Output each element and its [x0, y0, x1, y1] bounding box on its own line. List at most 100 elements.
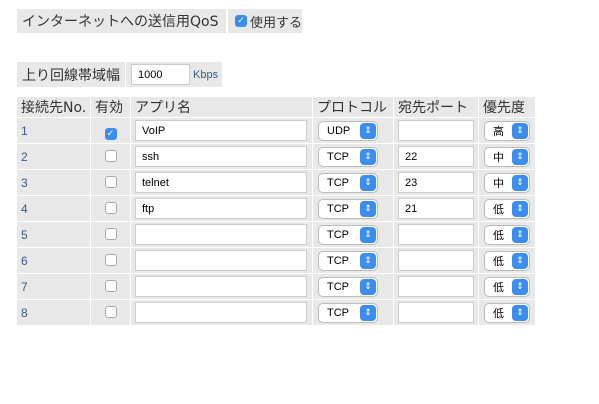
destination-port-input[interactable]: 23: [398, 172, 474, 193]
destination-port-input[interactable]: 21: [398, 198, 474, 219]
select-arrows-icon: ⇕: [512, 200, 528, 217]
select-arrows-icon: ⇕: [360, 278, 376, 295]
connection-number: 5: [17, 222, 90, 248]
priority-select[interactable]: 低 ⇕: [484, 198, 530, 219]
app-name-input[interactable]: [135, 302, 307, 323]
priority-value: 低: [493, 281, 504, 294]
protocol-value: TCP: [327, 176, 349, 189]
connection-number: 4: [17, 196, 90, 222]
column-header: アプリ名: [131, 97, 312, 118]
select-arrows-icon: ⇕: [360, 200, 376, 217]
priority-select[interactable]: 中 ⇕: [484, 146, 530, 167]
destination-port-input[interactable]: [398, 302, 474, 323]
qos-label: インターネットへの送信用QoS: [17, 9, 226, 33]
qos-enable-label: 使用する: [250, 15, 303, 31]
column-header: 優先度: [479, 97, 535, 118]
column-header: 有効: [91, 97, 130, 118]
select-arrows-icon: ⇕: [512, 252, 528, 269]
column-header: 接続先No.: [17, 97, 90, 118]
connection-number: 6: [17, 248, 90, 274]
table-row: 6 TCP ⇕ 低 ⇕: [17, 248, 535, 274]
enabled-checkbox[interactable]: [104, 176, 117, 188]
destination-port-input[interactable]: [398, 224, 474, 245]
app-name-input[interactable]: VoIP: [135, 120, 307, 141]
app-name-input[interactable]: telnet: [135, 172, 307, 193]
table-row: 7 TCP ⇕ 低 ⇕: [17, 274, 535, 300]
app-name-input[interactable]: ftp: [135, 198, 307, 219]
app-name-input[interactable]: [135, 250, 307, 271]
select-arrows-icon: ⇕: [360, 304, 376, 321]
table-row: 1 ✓ VoIP UDP ⇕ 高 ⇕: [17, 118, 535, 144]
protocol-value: TCP: [327, 150, 349, 163]
enabled-checkbox[interactable]: [104, 280, 117, 292]
app-name-input[interactable]: [135, 276, 307, 297]
table-row: 2 ssh TCP ⇕ 22 中 ⇕: [17, 144, 535, 170]
select-arrows-icon: ⇕: [360, 226, 376, 243]
table-row: 3 telnet TCP ⇕ 23 中 ⇕: [17, 170, 535, 196]
priority-select[interactable]: 低 ⇕: [484, 276, 530, 297]
destination-port-input[interactable]: 22: [398, 146, 474, 167]
enabled-checkbox[interactable]: [104, 254, 117, 266]
select-arrows-icon: ⇕: [512, 174, 528, 191]
table-row: 5 TCP ⇕ 低 ⇕: [17, 222, 535, 248]
enabled-checkbox[interactable]: [104, 202, 117, 214]
protocol-select[interactable]: TCP ⇕: [318, 250, 378, 271]
app-name-input[interactable]: ssh: [135, 146, 307, 167]
protocol-select[interactable]: TCP ⇕: [318, 146, 378, 167]
protocol-value: TCP: [327, 228, 349, 241]
bandwidth-label: 上り回線帯域幅: [17, 62, 125, 87]
protocol-value: TCP: [327, 280, 349, 293]
protocol-value: UDP: [327, 124, 351, 137]
connection-number: 2: [17, 144, 90, 170]
select-arrows-icon: ⇕: [360, 252, 376, 269]
priority-value: 低: [493, 307, 504, 320]
protocol-value: TCP: [327, 254, 349, 267]
protocol-select[interactable]: UDP ⇕: [318, 120, 378, 141]
destination-port-input[interactable]: [398, 120, 474, 141]
select-arrows-icon: ⇕: [512, 148, 528, 165]
priority-select[interactable]: 低 ⇕: [484, 250, 530, 271]
select-arrows-icon: ⇕: [512, 122, 528, 139]
bandwidth-unit: Kbps: [193, 68, 219, 81]
priority-value: 中: [493, 177, 504, 190]
protocol-select[interactable]: TCP ⇕: [318, 276, 378, 297]
table-row: 8 TCP ⇕ 低 ⇕: [17, 300, 535, 326]
priority-select[interactable]: 低 ⇕: [484, 224, 530, 245]
bandwidth-input[interactable]: 1000: [131, 64, 190, 85]
priority-select[interactable]: 高 ⇕: [484, 120, 530, 141]
protocol-value: TCP: [327, 202, 349, 215]
destination-port-input[interactable]: [398, 250, 474, 271]
priority-value: 中: [493, 151, 504, 164]
priority-select[interactable]: 低 ⇕: [484, 302, 530, 323]
connection-number: 3: [17, 170, 90, 196]
enabled-checkbox[interactable]: [104, 228, 117, 240]
protocol-select[interactable]: TCP ⇕: [318, 198, 378, 219]
select-arrows-icon: ⇕: [360, 122, 376, 139]
connection-number: 8: [17, 300, 90, 326]
priority-value: 高: [493, 125, 504, 138]
qos-rules-table: 接続先No. 有効 アプリ名 プロトコル 宛先ポート 優先度 1 ✓ VoIP UDP ⇕ …: [16, 97, 536, 326]
select-arrows-icon: ⇕: [512, 226, 528, 243]
column-header: 宛先ポート: [394, 97, 478, 118]
protocol-select[interactable]: TCP ⇕: [318, 172, 378, 193]
column-header: プロトコル: [313, 97, 393, 118]
app-name-input[interactable]: [135, 224, 307, 245]
destination-port-input[interactable]: [398, 276, 474, 297]
protocol-value: TCP: [327, 306, 349, 319]
qos-enable-toggle[interactable]: ✓ 使用する: [228, 9, 302, 33]
connection-number: 7: [17, 274, 90, 300]
select-arrows-icon: ⇕: [360, 148, 376, 165]
qos-enable-checkbox[interactable]: ✓: [235, 15, 247, 27]
priority-value: 低: [493, 229, 504, 242]
enabled-checkbox[interactable]: [104, 306, 117, 318]
priority-value: 低: [493, 203, 504, 216]
enabled-checkbox[interactable]: ✓: [104, 128, 117, 140]
select-arrows-icon: ⇕: [512, 278, 528, 295]
select-arrows-icon: ⇕: [360, 174, 376, 191]
priority-select[interactable]: 中 ⇕: [484, 172, 530, 193]
priority-value: 低: [493, 255, 504, 268]
enabled-checkbox[interactable]: [104, 150, 117, 162]
connection-number: 1: [17, 118, 90, 144]
protocol-select[interactable]: TCP ⇕: [318, 302, 378, 323]
protocol-select[interactable]: TCP ⇕: [318, 224, 378, 245]
